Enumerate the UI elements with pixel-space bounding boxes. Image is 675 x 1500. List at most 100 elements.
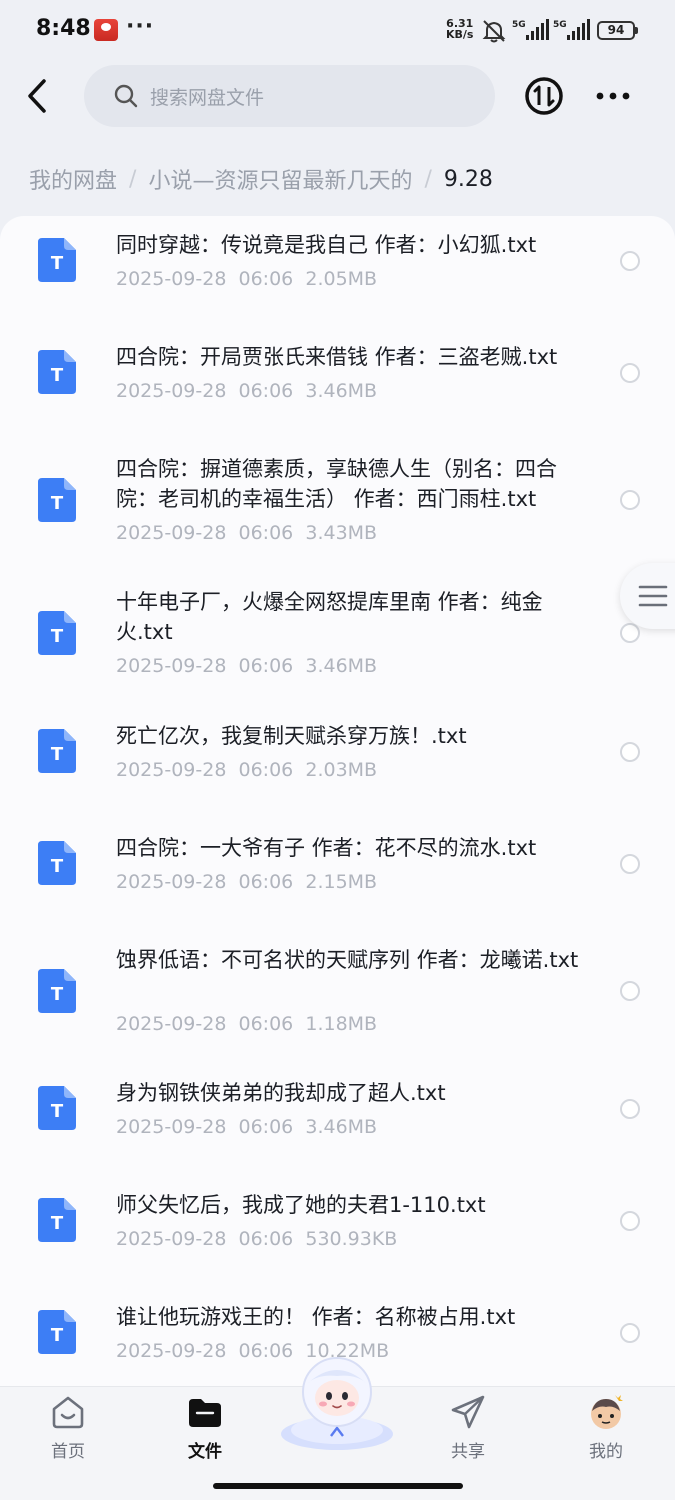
search-input[interactable]: 搜索网盘文件 xyxy=(84,65,495,127)
file-size: 3.43MB xyxy=(305,522,378,544)
breadcrumb-separator: / xyxy=(129,166,137,192)
nav-item-mine[interactable]: 我的 xyxy=(556,1393,656,1463)
file-name: 四合院：开局贾张氏来借钱 作者：三盗老贼.txt xyxy=(116,345,558,369)
nav-item-share[interactable]: 共享 xyxy=(418,1393,518,1463)
file-meta: 2025-09-28 06:06 1.18MB xyxy=(116,1013,377,1035)
file-meta: 2025-09-28 06:06 3.46MB xyxy=(116,380,377,402)
file-type-letter: T xyxy=(51,493,64,514)
breadcrumb-item-folder[interactable]: 小说—资源只留最新几天的 xyxy=(148,163,412,195)
more-options-icon[interactable] xyxy=(594,84,634,108)
file-date: 2025-09-28 06:06 xyxy=(116,1340,294,1362)
status-time: 8:48 xyxy=(36,16,91,41)
nav-label-home: 首页 xyxy=(51,1442,85,1462)
select-radio[interactable] xyxy=(620,490,640,510)
transfer-list-icon[interactable] xyxy=(524,76,564,116)
file-date: 2025-09-28 06:06 xyxy=(116,268,294,290)
file-type-letter: T xyxy=(51,1325,64,1346)
file-name: 死亡亿次，我复制天赋杀穿万族！.txt xyxy=(116,724,467,748)
file-row[interactable]: T 师父失忆后，我成了她的夫君1-110.txt 2025-09-28 06:0… xyxy=(0,1176,675,1288)
file-type-letter: T xyxy=(51,253,64,274)
breadcrumb: 我的网盘 / 小说—资源只留最新几天的 / 9.28 xyxy=(29,163,493,195)
file-row[interactable]: T 四合院：摒道德素质，享缺德人生（别名：四合院：老司机的幸福生活） 作者：西门… xyxy=(0,440,675,573)
battery-indicator: 94 xyxy=(597,21,638,40)
breadcrumb-item-root[interactable]: 我的网盘 xyxy=(29,163,117,195)
breadcrumb-item-current: 9.28 xyxy=(443,166,493,192)
file-meta: 2025-09-28 06:06 530.93KB xyxy=(116,1228,397,1250)
notification-app-icon xyxy=(94,19,118,41)
file-meta: 2025-09-28 06:06 2.03MB xyxy=(116,759,377,781)
folder-icon xyxy=(189,1399,221,1427)
net-speed: 6.31 KB/s xyxy=(446,18,473,40)
file-meta: 2025-09-28 06:06 3.43MB xyxy=(116,522,377,544)
search-icon xyxy=(114,84,138,108)
file-date: 2025-09-28 06:06 xyxy=(116,655,294,677)
file-name: 谁让他玩游戏王的！ 作者：名称被占用.txt xyxy=(116,1305,516,1329)
file-meta: 2025-09-28 06:06 3.46MB xyxy=(116,655,377,677)
file-date: 2025-09-28 06:06 xyxy=(116,1013,294,1035)
txt-file-icon: T xyxy=(38,238,76,282)
signal-1-label: 5G xyxy=(512,20,526,30)
nav-label-share: 共享 xyxy=(451,1442,485,1462)
signal-2-icon: 5G xyxy=(553,19,590,40)
ai-assistant-mascot-icon[interactable] xyxy=(277,1352,397,1452)
home-smile-icon xyxy=(52,1396,84,1429)
file-date: 2025-09-28 06:06 xyxy=(116,522,294,544)
file-type-letter: T xyxy=(51,365,64,386)
file-row[interactable]: T 十年电子厂，火爆全网怒提库里南 作者：纯金火.txt 2025-09-28 … xyxy=(0,573,675,707)
home-indicator[interactable] xyxy=(213,1483,463,1489)
file-name: 四合院：一大爷有子 作者：花不尽的流水.txt xyxy=(116,836,537,860)
file-size: 2.15MB xyxy=(305,871,378,893)
select-radio[interactable] xyxy=(620,623,640,643)
file-name: 同时穿越：传说竟是我自己 作者：小幻狐.txt xyxy=(116,233,537,257)
breadcrumb-separator: / xyxy=(424,166,432,192)
file-row[interactable]: T 蚀界低语：不可名状的天赋序列 作者：龙曦诺.txt 2025-09-28 0… xyxy=(0,931,675,1064)
txt-file-icon: T xyxy=(38,1086,76,1130)
file-row[interactable]: T 四合院：一大爷有子 作者：花不尽的流水.txt 2025-09-28 06:… xyxy=(0,819,675,931)
status-more-indicator: ··· xyxy=(126,14,155,39)
file-name: 师父失忆后，我成了她的夫君1-110.txt xyxy=(116,1193,486,1217)
file-type-letter: T xyxy=(51,1101,64,1122)
signal-2-label: 5G xyxy=(553,20,567,30)
nav-item-files[interactable]: 文件 xyxy=(155,1393,255,1463)
bell-muted-icon xyxy=(482,20,506,43)
select-radio[interactable] xyxy=(620,854,640,874)
select-radio[interactable] xyxy=(620,981,640,1001)
nav-label-files: 文件 xyxy=(188,1442,222,1462)
net-speed-unit: KB/s xyxy=(446,28,474,41)
txt-file-icon: T xyxy=(38,350,76,394)
select-radio[interactable] xyxy=(620,1323,640,1343)
file-list: T 同时穿越：传说竟是我自己 作者：小幻狐.txt 2025-09-28 06:… xyxy=(0,216,675,1386)
nav-label-mine: 我的 xyxy=(589,1442,623,1462)
signal-1-icon: 5G xyxy=(512,19,549,40)
file-row[interactable]: T 同时穿越：传说竟是我自己 作者：小幻狐.txt 2025-09-28 06:… xyxy=(0,216,675,328)
txt-file-icon: T xyxy=(38,969,76,1013)
file-date: 2025-09-28 06:06 xyxy=(116,380,294,402)
file-meta: 2025-09-28 06:06 2.05MB xyxy=(116,268,377,290)
file-name: 十年电子厂，火爆全网怒提库里南 作者：纯金火.txt xyxy=(116,590,543,644)
file-type-letter: T xyxy=(51,856,64,877)
txt-file-icon: T xyxy=(38,611,76,655)
select-radio[interactable] xyxy=(620,251,640,271)
file-name: 蚀界低语：不可名状的天赋序列 作者：龙曦诺.txt xyxy=(116,948,579,972)
back-arrow-icon[interactable] xyxy=(18,73,58,119)
file-row[interactable]: T 身为钢铁侠弟弟的我却成了超人.txt 2025-09-28 06:06 3.… xyxy=(0,1064,675,1176)
file-date: 2025-09-28 06:06 xyxy=(116,1116,294,1138)
select-radio[interactable] xyxy=(620,1211,640,1231)
txt-file-icon: T xyxy=(38,841,76,885)
file-row[interactable]: T 死亡亿次，我复制天赋杀穿万族！.txt 2025-09-28 06:06 2… xyxy=(0,707,675,819)
nav-item-home[interactable]: 首页 xyxy=(18,1393,118,1463)
file-date: 2025-09-28 06:06 xyxy=(116,871,294,893)
select-radio[interactable] xyxy=(620,363,640,383)
file-type-letter: T xyxy=(51,984,64,1005)
file-type-letter: T xyxy=(51,1213,64,1234)
file-size: 2.05MB xyxy=(305,268,378,290)
file-type-letter: T xyxy=(51,744,64,765)
file-size: 3.46MB xyxy=(305,1116,378,1138)
select-radio[interactable] xyxy=(620,1099,640,1119)
txt-file-icon: T xyxy=(38,729,76,773)
select-radio[interactable] xyxy=(620,742,640,762)
file-size: 1.18MB xyxy=(305,1013,378,1035)
file-row[interactable]: T 四合院：开局贾张氏来借钱 作者：三盗老贼.txt 2025-09-28 06… xyxy=(0,328,675,440)
file-date: 2025-09-28 06:06 xyxy=(116,1228,294,1250)
paper-plane-icon xyxy=(451,1395,485,1429)
